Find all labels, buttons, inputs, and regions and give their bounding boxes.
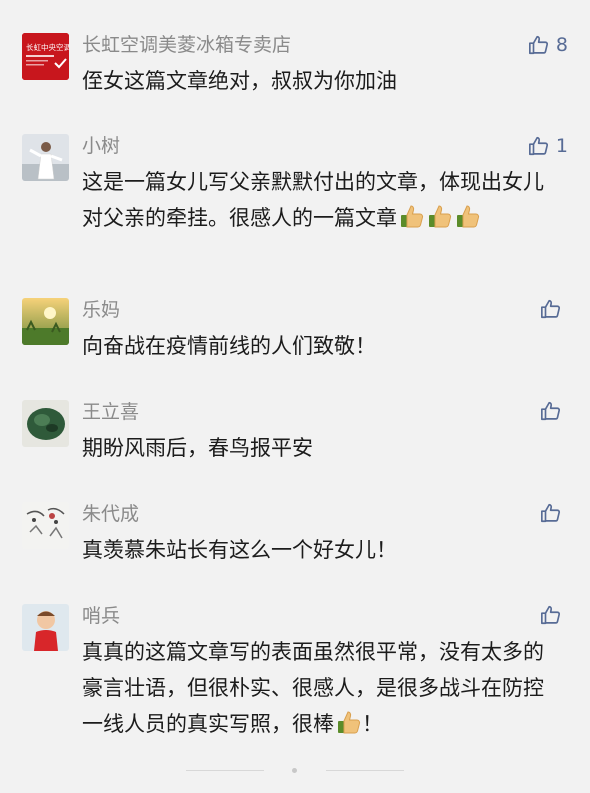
thumbs-up-emoji-icon — [429, 205, 452, 228]
thumbs-up-outline-icon — [541, 503, 561, 523]
comment-author-name[interactable]: 小树 — [82, 134, 120, 158]
comment-author-name[interactable]: 王立喜 — [82, 400, 139, 424]
thumbs-up-outline-icon — [541, 401, 561, 421]
avatar[interactable]: 长虹中央空调 — [22, 33, 69, 80]
comment-author-name[interactable]: 长虹空调美菱冰箱专卖店 — [82, 33, 291, 57]
like-button[interactable]: 8 — [528, 33, 568, 57]
comment-text: 真羡慕朱站长有这么一个好女儿！ — [82, 532, 562, 568]
footer-divider — [186, 770, 264, 771]
thumbs-up-emoji-icon — [338, 711, 361, 734]
thumbs-up-emoji-icon — [457, 205, 480, 228]
comment-text-end: ！ — [362, 712, 383, 736]
comment-text-content: 真真的这篇文章写的表面虽然很平常，没有太多的豪言壮语，但很朴实、很感人，是很多战… — [82, 640, 544, 736]
like-count: 1 — [555, 135, 568, 157]
avatar[interactable] — [22, 298, 69, 345]
avatar[interactable] — [22, 400, 69, 447]
thumbs-up-outline-icon — [528, 136, 548, 156]
comment-text-content: 期盼风雨后，春鸟报平安 — [82, 436, 313, 460]
thumbs-up-outline-icon — [528, 35, 548, 55]
thumbs-up-outline-icon — [541, 299, 561, 319]
thumbs-up-emoji-icon — [401, 205, 424, 228]
like-button[interactable] — [540, 298, 568, 320]
avatar[interactable] — [22, 134, 69, 181]
footer-dot — [292, 768, 297, 773]
comment-text-content: 向奋战在疫情前线的人们致敬！ — [82, 334, 376, 358]
comment-text: 期盼风雨后，春鸟报平安 — [82, 430, 562, 466]
comment-text: 向奋战在疫情前线的人们致敬！ — [82, 328, 562, 364]
comment-author-name[interactable]: 哨兵 — [82, 604, 120, 628]
comment-text-content: 真羡慕朱站长有这么一个好女儿！ — [82, 538, 397, 562]
avatar[interactable] — [22, 502, 69, 549]
comment-text: 真真的这篇文章写的表面虽然很平常，没有太多的豪言壮语，但很朴实、很感人，是很多战… — [82, 634, 562, 742]
comment-text-content: 侄女这篇文章绝对，叔叔为你加油 — [82, 69, 397, 93]
list-footer — [0, 768, 590, 774]
footer-divider — [326, 770, 404, 771]
like-button[interactable] — [540, 604, 568, 626]
like-button[interactable] — [540, 400, 568, 422]
comment-author-name[interactable]: 乐妈 — [82, 298, 120, 322]
like-button[interactable]: 1 — [528, 134, 568, 158]
like-count: 8 — [555, 34, 568, 56]
avatar[interactable] — [22, 604, 69, 651]
comment-author-name[interactable]: 朱代成 — [82, 502, 139, 526]
comment-text: 这是一篇女儿写父亲默默付出的文章，体现出女儿对父亲的牵挂。很感人的一篇文章 — [82, 164, 562, 236]
thumbs-up-outline-icon — [541, 605, 561, 625]
comment-text: 侄女这篇文章绝对，叔叔为你加油 — [82, 63, 562, 99]
like-button[interactable] — [540, 502, 568, 524]
svg-text:长虹中央空调: 长虹中央空调 — [26, 42, 69, 52]
